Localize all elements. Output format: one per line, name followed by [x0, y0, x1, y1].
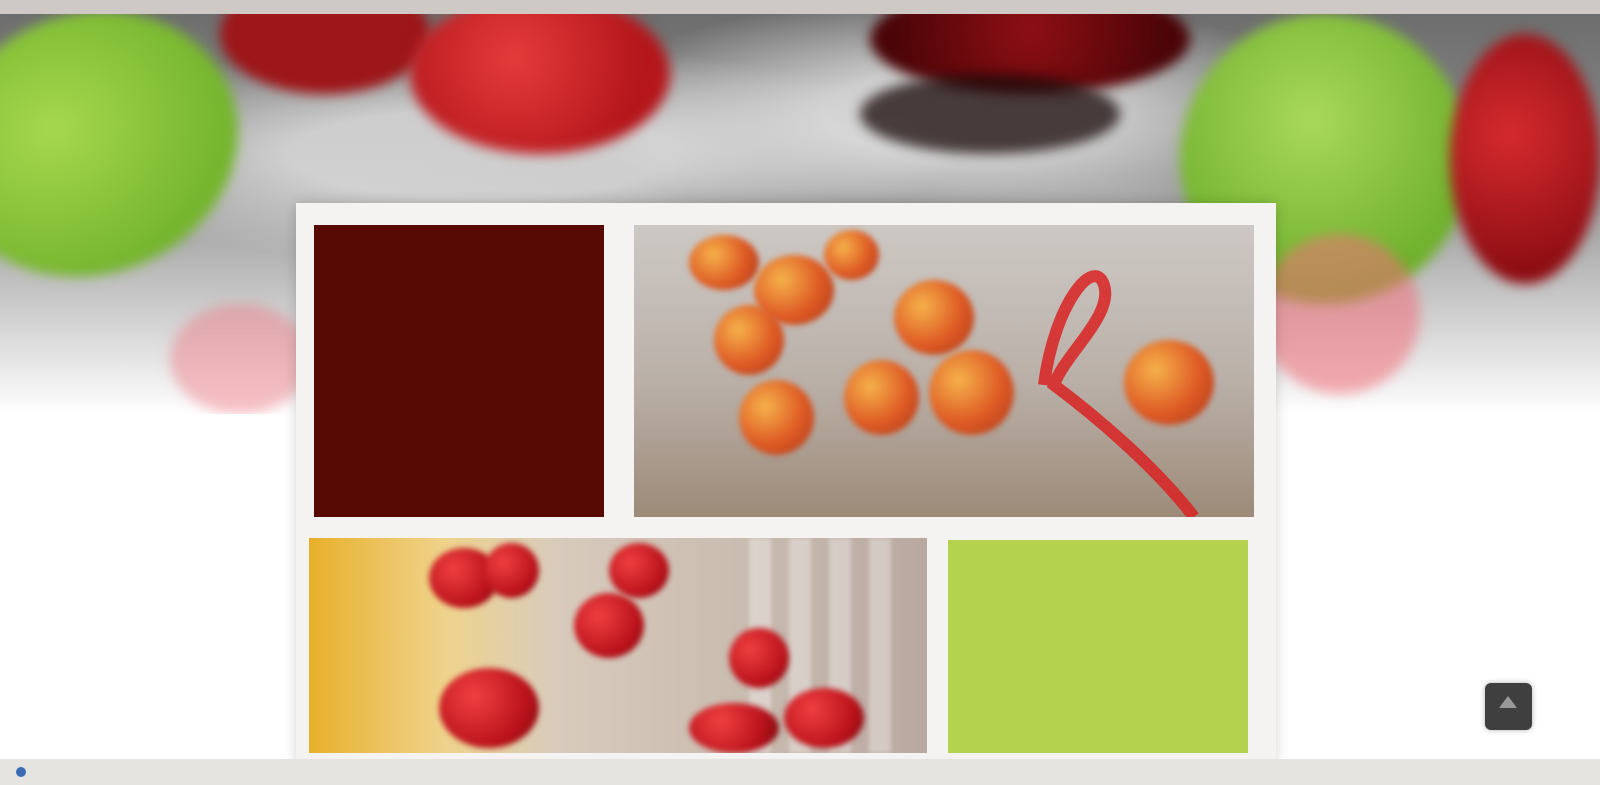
- strawberry-image: [484, 543, 539, 598]
- strawberry-image: [729, 628, 789, 688]
- strawberry-image: [1450, 34, 1600, 284]
- arrow-up-icon: [1499, 696, 1517, 708]
- content-gallery: [296, 203, 1276, 763]
- status-icon: [16, 767, 26, 777]
- promo-tile: [948, 540, 1248, 753]
- strawberry-image: [689, 703, 779, 753]
- browser-status-bar: [0, 759, 1600, 785]
- browser-top-strip: [0, 0, 1600, 14]
- strawberry-image: [574, 593, 644, 658]
- strawberry-image: [220, 14, 430, 94]
- intro-text-tile: [314, 225, 604, 517]
- strawberry-image: [784, 688, 864, 748]
- strawberry-image: [439, 668, 539, 748]
- berries-photo[interactable]: [634, 225, 1254, 517]
- scroll-to-top-button[interactable]: [1485, 683, 1532, 730]
- strawberry-image: [410, 14, 670, 154]
- strawberry-image: [170, 304, 310, 414]
- strawberries-photo[interactable]: [309, 538, 927, 753]
- strawberry-image: [609, 543, 669, 598]
- shadow-image: [860, 74, 1120, 154]
- strawberry-image: [1260, 234, 1420, 394]
- red-ribbon-image: [1038, 270, 1199, 517]
